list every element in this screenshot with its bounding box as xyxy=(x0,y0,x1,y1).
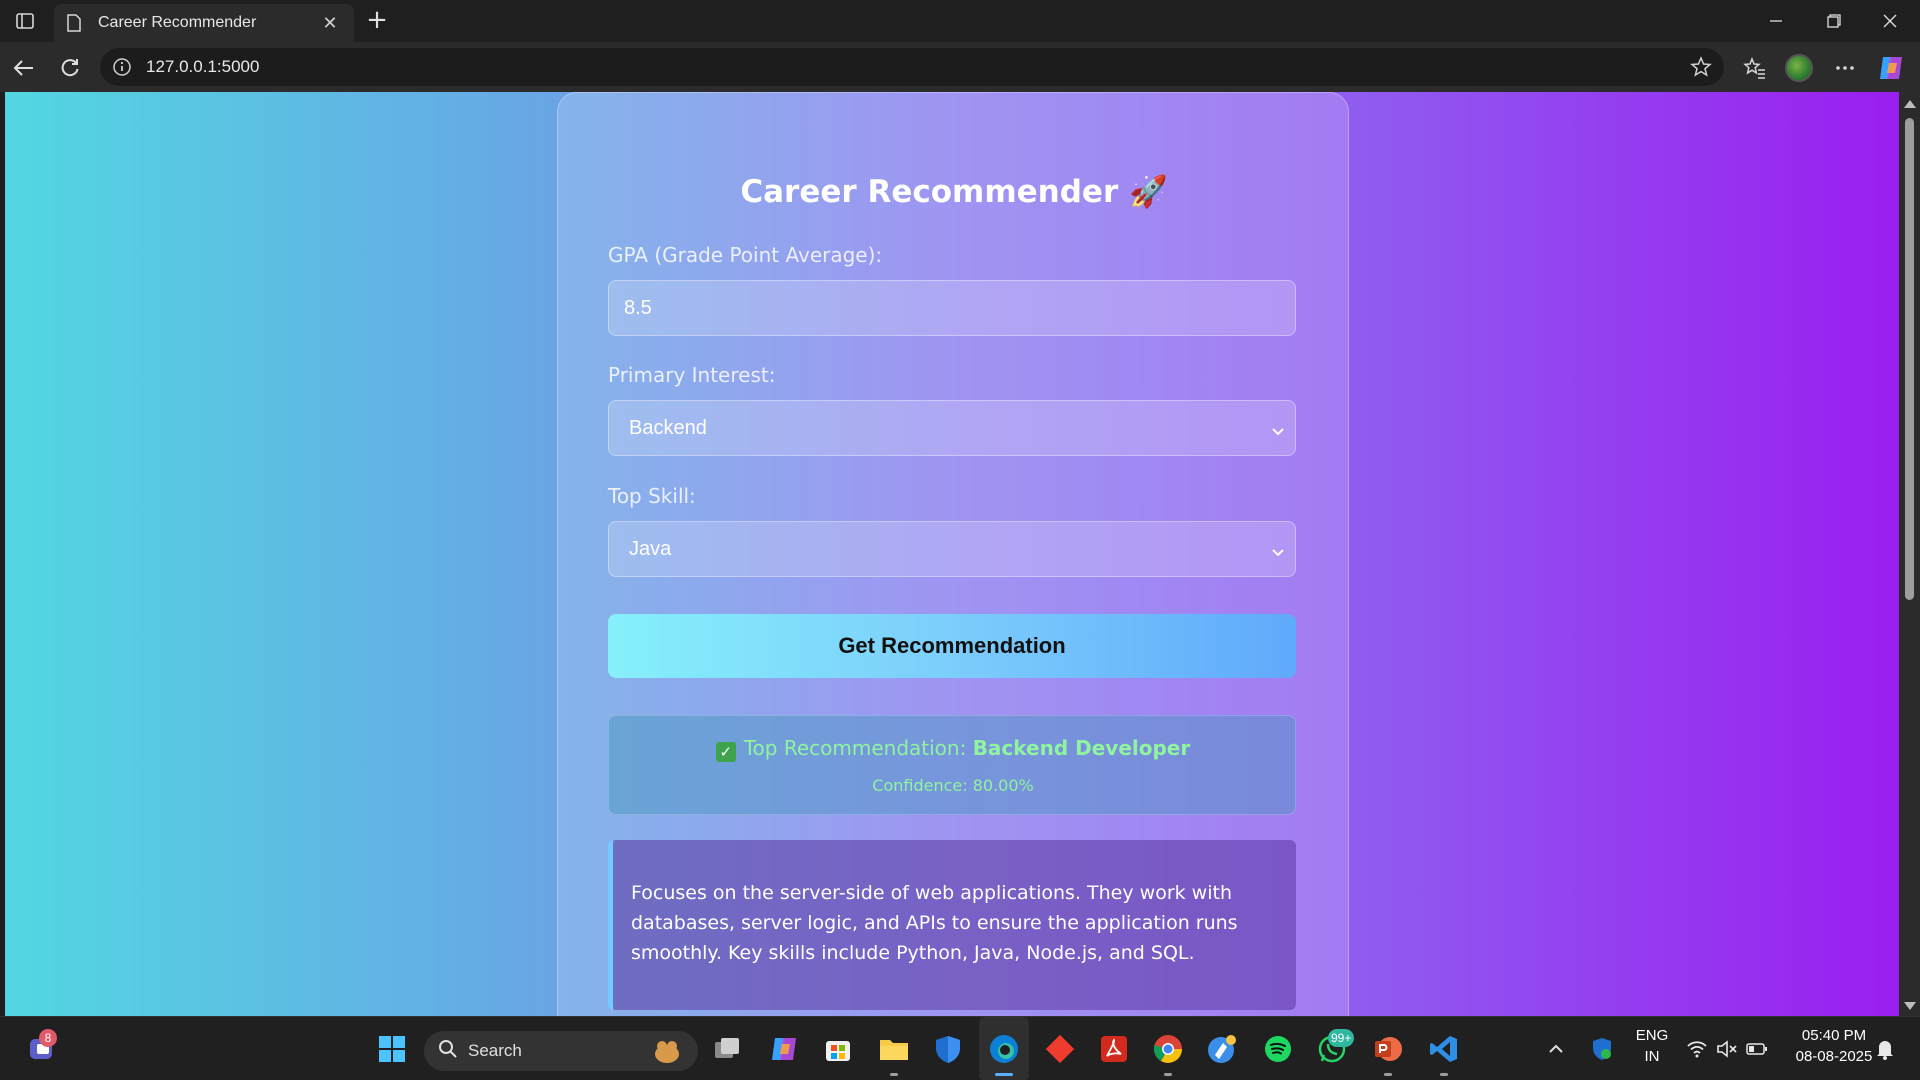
task-view-icon[interactable] xyxy=(710,1031,746,1067)
search-highlight-icon xyxy=(650,1037,684,1069)
browser-titlebar: Career Recommender ✕ + xyxy=(0,0,1920,42)
windows-start-icon[interactable] xyxy=(374,1031,410,1067)
file-explorer-icon[interactable] xyxy=(876,1031,912,1067)
copilot-icon[interactable] xyxy=(766,1031,802,1067)
sidebar-icon[interactable] xyxy=(10,8,40,34)
chrome-icon[interactable] xyxy=(1150,1031,1186,1067)
clock-date[interactable]: 08-08-2025 xyxy=(1784,1048,1884,1065)
battery-icon[interactable] xyxy=(1744,1031,1770,1067)
store-icon[interactable] xyxy=(820,1031,856,1067)
wifi-icon[interactable] xyxy=(1684,1031,1710,1067)
skill-label: Top Skill: xyxy=(608,484,696,508)
taskbar-search[interactable]: Search xyxy=(424,1031,698,1071)
plus-icon[interactable]: + xyxy=(362,6,392,36)
defender-icon[interactable] xyxy=(930,1031,966,1067)
browser-tab[interactable]: Career Recommender ✕ xyxy=(54,4,354,42)
window-close-icon[interactable] xyxy=(1870,6,1910,36)
recommender-card: Career Recommender 🚀 GPA (Grade Point Av… xyxy=(557,92,1349,1016)
taskbar-active-indicator xyxy=(995,1073,1013,1076)
mute-icon[interactable] xyxy=(1714,1031,1740,1067)
edge-icon[interactable] xyxy=(986,1031,1022,1067)
scroll-down-icon[interactable] xyxy=(1904,1002,1916,1010)
gpa-label: GPA (Grade Point Average): xyxy=(608,243,883,267)
notification-icon[interactable] xyxy=(1872,1031,1898,1067)
url-text[interactable]: 127.0.0.1:5000 xyxy=(146,57,259,77)
star-icon[interactable] xyxy=(1690,56,1712,82)
gpa-value: 8.5 xyxy=(624,296,652,319)
whatsapp-badge: 99+ xyxy=(1328,1029,1355,1047)
scroll-thumb[interactable] xyxy=(1905,118,1914,600)
recommendation-prefix: Top Recommendation: xyxy=(743,736,967,760)
recommendation-result: ✓ Top Recommendation: Backend Developer C… xyxy=(608,715,1296,815)
taskbar-running-indicator xyxy=(1384,1073,1392,1076)
interest-selected: Backend xyxy=(629,416,707,439)
restore-icon[interactable] xyxy=(1814,6,1854,36)
skill-select[interactable]: Java xyxy=(608,521,1296,577)
teams-badge: 8 xyxy=(39,1029,57,1047)
more-icon[interactable] xyxy=(1828,52,1862,84)
chevron-down-icon xyxy=(1271,421,1285,444)
tab-title: Career Recommender xyxy=(98,14,257,31)
copilot-icon[interactable] xyxy=(1874,52,1908,84)
taskbar-running-indicator xyxy=(1164,1073,1172,1076)
chevron-up-icon[interactable] xyxy=(1544,1031,1568,1067)
check-icon: ✓ xyxy=(715,742,736,762)
acrobat-icon[interactable] xyxy=(1096,1031,1132,1067)
profile-avatar[interactable] xyxy=(1782,52,1816,84)
career-description: Focuses on the server-side of web applic… xyxy=(608,840,1296,1010)
info-icon[interactable] xyxy=(112,57,132,77)
powerpoint-icon[interactable] xyxy=(1370,1031,1406,1067)
language-text[interactable]: ENG xyxy=(1630,1027,1674,1044)
interest-select[interactable]: Backend xyxy=(608,400,1296,456)
page-icon xyxy=(66,14,84,32)
spotify-icon[interactable] xyxy=(1260,1031,1296,1067)
clock-time[interactable]: 05:40 PM xyxy=(1784,1027,1884,1044)
favorites-icon[interactable] xyxy=(1738,52,1772,84)
search-icon xyxy=(438,1039,458,1063)
chevron-down-icon xyxy=(1271,542,1285,565)
refresh-icon[interactable] xyxy=(54,52,86,84)
taskbar-running-indicator xyxy=(1440,1073,1448,1076)
browser-toolbar: 127.0.0.1:5000 xyxy=(0,42,1920,92)
gpa-input[interactable]: 8.5 xyxy=(608,280,1296,336)
interest-label: Primary Interest: xyxy=(608,363,776,387)
back-icon[interactable] xyxy=(8,52,40,84)
recommendation-line: ✓ Top Recommendation: Backend Developer xyxy=(609,736,1297,762)
security-icon[interactable] xyxy=(1588,1031,1616,1067)
minimize-icon[interactable] xyxy=(1756,6,1796,36)
skill-selected: Java xyxy=(629,537,672,560)
vertical-scrollbar[interactable] xyxy=(1899,92,1920,1016)
git-icon[interactable] xyxy=(1042,1031,1078,1067)
confidence-text: Confidence: 80.00% xyxy=(872,776,1034,795)
page-viewport: Career Recommender 🚀 GPA (Grade Point Av… xyxy=(5,92,1899,1016)
recommended-career: Backend Developer xyxy=(972,736,1191,760)
taskbar-running-indicator xyxy=(890,1073,898,1076)
taskbar: 8 Search 99+ ENG IN 05:40 PM 08-08-2025 xyxy=(0,1016,1920,1080)
app-icon[interactable] xyxy=(1204,1031,1240,1067)
get-recommendation-button[interactable]: Get Recommendation xyxy=(608,614,1296,678)
avatar xyxy=(1785,54,1813,82)
page-title: Career Recommender 🚀 xyxy=(740,174,1168,210)
region-text[interactable]: IN xyxy=(1630,1048,1674,1065)
close-icon[interactable]: ✕ xyxy=(318,13,342,34)
description-text: Focuses on the server-side of web applic… xyxy=(631,882,1238,964)
vscode-icon[interactable] xyxy=(1426,1031,1462,1067)
scroll-up-icon[interactable] xyxy=(1904,100,1916,108)
address-bar[interactable]: 127.0.0.1:5000 xyxy=(100,48,1724,86)
search-placeholder: Search xyxy=(468,1041,522,1060)
